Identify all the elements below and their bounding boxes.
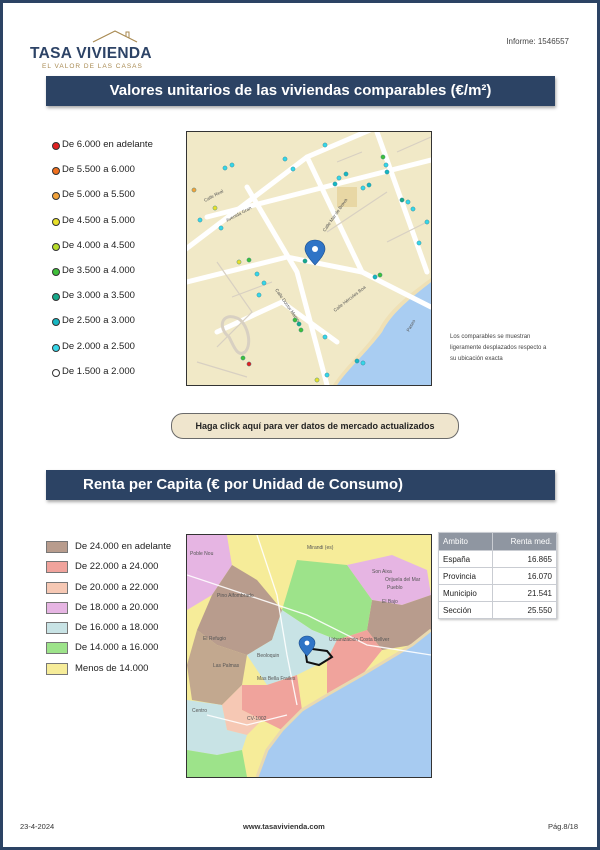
legend-label: De 18.000 a 20.000 [75, 601, 159, 613]
table-header-row: Ambito Renta med. [437, 532, 557, 551]
legend-label: De 22.000 a 24.000 [75, 561, 159, 573]
legend-swatch [46, 622, 68, 635]
report-page: TASA VIVIENDA EL VALOR DE LAS CASAS Info… [3, 3, 597, 847]
legend-label: De 2.000 a 2.500 [62, 340, 135, 352]
legend-label: Menos de 14.000 [75, 662, 149, 674]
legend-swatch [46, 581, 68, 594]
comparables-map-canvas: Calle Real Avenida Gran Calle Mar de Bra… [187, 132, 431, 385]
footer-page-number: Pág.8/18 [547, 822, 578, 831]
table-cell-name: Sección [437, 601, 494, 619]
legend-dot-icon [52, 167, 60, 176]
area-label: Poble Nou [190, 551, 214, 557]
legend-label: De 3.000 a 3.500 [62, 290, 135, 302]
table-row: Municipio 21.541 [437, 584, 557, 602]
map-disclaimer: Los comparables se muestran ligeramente … [450, 334, 547, 362]
table-row: Sección 25.550 [437, 601, 557, 619]
legend-dot-icon [52, 267, 60, 276]
legend-dot-icon [52, 343, 60, 352]
legend-label: De 1.500 a 2.000 [62, 365, 135, 377]
legend-dot-icon [52, 242, 60, 251]
legend-label: De 20.000 a 22.000 [75, 581, 159, 593]
legend-label: De 5.000 a 5.500 [62, 189, 135, 201]
legend-dot-icon [52, 217, 60, 226]
legend-label: De 3.500 a 4.000 [62, 264, 135, 276]
table-cell-name: España [437, 550, 494, 568]
area-label: Mirandi (es) [307, 545, 334, 551]
area-label: Son Aixa [372, 569, 392, 575]
section-title-comparables: Valores unitarios de las viviendas compa… [46, 76, 555, 106]
legend-label: De 24.000 en adelante [75, 541, 172, 552]
table-cell-value: 16.865 [492, 550, 557, 568]
legend-dot-icon [52, 318, 60, 327]
legend-swatch [46, 561, 68, 574]
area-label: Beoloquin [257, 653, 279, 659]
brand-name: TASA VIVIENDA [30, 45, 152, 62]
table-cell-value: 16.070 [492, 567, 557, 585]
table-cell-name: Provincia [437, 567, 494, 585]
legend-label: De 16.000 a 18.000 [75, 622, 159, 634]
area-label: El Refugio [203, 636, 226, 642]
section-title-text: Valores unitarios de las viviendas compa… [109, 82, 492, 99]
legend-swatch [46, 601, 68, 614]
market-data-button[interactable]: Haga click aquí para ver datos de mercad… [171, 413, 459, 439]
section-title-income: Renta per Capita (€ por Unidad de Consum… [46, 470, 555, 500]
house-roof-icon [92, 30, 138, 43]
table-cell-value: 25.550 [492, 601, 557, 619]
area-label: Urbanización Costa Bellver [329, 637, 390, 643]
legend-swatch [46, 642, 68, 655]
legend-dot-icon [52, 142, 60, 150]
income-map-canvas: Poble Nou Mirandi (es) Son Aixa Orijuela… [187, 535, 431, 777]
legend-label: De 14.000 a 16.000 [75, 642, 159, 654]
table-cell-name: Municipio [437, 584, 494, 602]
comparables-map[interactable]: Calle Real Avenida Gran Calle Mar de Bra… [186, 131, 432, 386]
area-label: Centro [192, 708, 207, 714]
legend-label: De 4.500 a 5.000 [62, 214, 135, 226]
area-label: Orijuela del Mar [385, 577, 421, 583]
area-label: Mas Bella Frailes [257, 676, 296, 682]
income-table: Ambito Renta med. España 16.865 Provinci… [437, 532, 557, 619]
legend-label: De 5.500 a 6.000 [62, 164, 135, 176]
area-label: CV-1002 [247, 716, 267, 722]
column-header: Ambito [437, 532, 494, 551]
brand-tagline: EL VALOR DE LAS CASAS [42, 63, 143, 70]
area-label: Pino Alfombrado [217, 593, 254, 599]
area-label: El Bajo [382, 599, 398, 605]
table-row: Provincia 16.070 [437, 567, 557, 585]
income-map[interactable]: Poble Nou Mirandi (es) Son Aixa Orijuela… [186, 534, 432, 778]
legend-swatch [46, 541, 68, 553]
area-label: Pueblo [387, 585, 403, 591]
footer-website-link[interactable]: www.tasavivienda.com [243, 822, 325, 831]
legend-label: De 6.000 en adelante [62, 139, 153, 150]
legend-dot-icon [52, 192, 60, 201]
area-label: Las Palmas [213, 663, 240, 669]
section-title-text: Renta per Capita (€ por Unidad de Consum… [83, 476, 404, 493]
legend-swatch [46, 662, 68, 675]
report-id: Informe: 1546557 [506, 37, 569, 46]
table-row: España 16.865 [437, 550, 557, 568]
legend-dot-icon [52, 293, 60, 302]
legend-label: De 2.500 a 3.000 [62, 315, 135, 327]
legend-dot-icon [52, 368, 60, 377]
column-header: Renta med. [492, 532, 557, 551]
table-cell-value: 21.541 [492, 584, 557, 602]
legend-label: De 4.000 a 4.500 [62, 239, 135, 251]
footer-date: 23-4-2024 [20, 822, 55, 831]
